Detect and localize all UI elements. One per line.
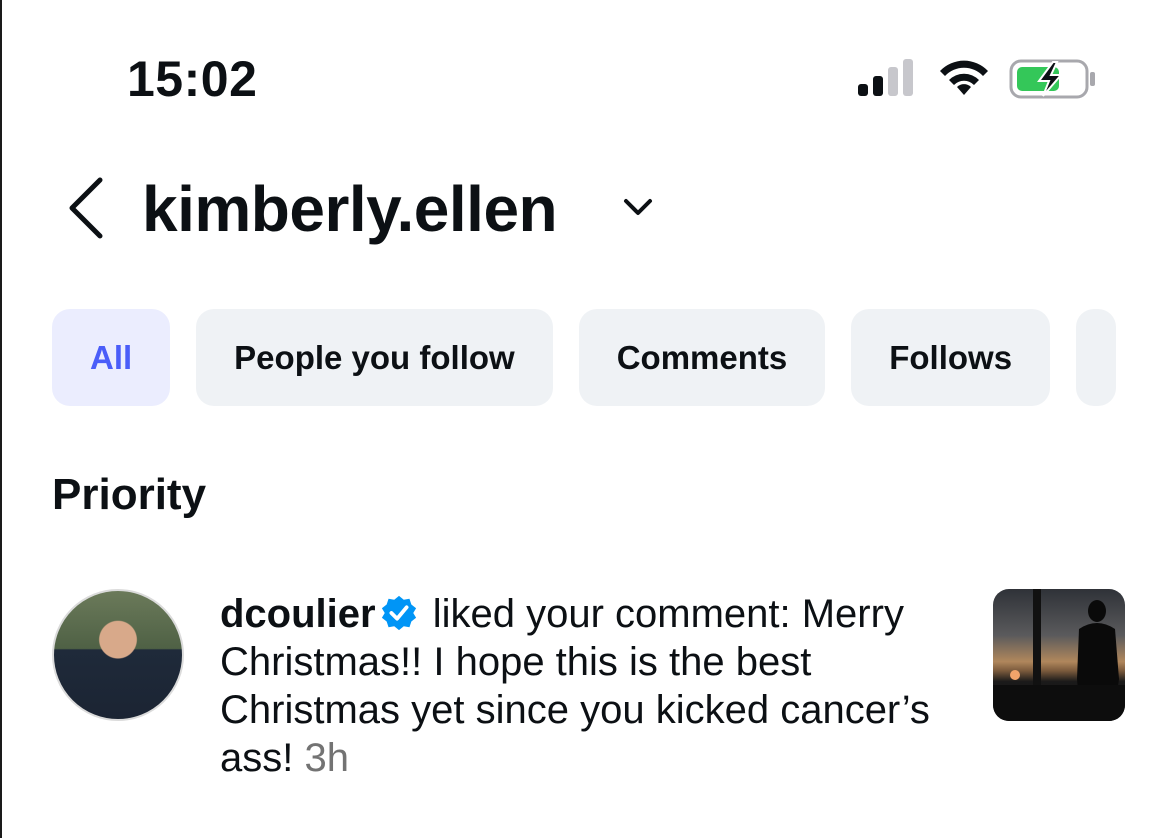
tab-label: People you follow bbox=[234, 338, 515, 376]
back-chevron-icon[interactable] bbox=[64, 176, 108, 240]
tab-label: All bbox=[90, 338, 133, 376]
account-username[interactable]: kimberly.ellen bbox=[142, 172, 558, 246]
filter-tabs: All People you follow Comments Follows bbox=[52, 309, 1117, 406]
wifi-icon bbox=[940, 60, 988, 95]
notification-username[interactable]: dcoulier bbox=[220, 592, 376, 636]
battery-charging-icon bbox=[1009, 59, 1095, 99]
verified-badge-icon bbox=[381, 595, 416, 631]
tab-follows[interactable]: Follows bbox=[851, 309, 1051, 406]
notification-timestamp: 3h bbox=[304, 736, 349, 780]
post-thumbnail[interactable] bbox=[993, 589, 1125, 721]
avatar[interactable] bbox=[52, 589, 184, 721]
tab-label: Comments bbox=[616, 338, 788, 376]
tab-overflow[interactable] bbox=[1076, 309, 1117, 406]
chevron-down-icon[interactable] bbox=[622, 196, 654, 218]
section-title: Priority bbox=[52, 470, 207, 519]
tab-all[interactable]: All bbox=[52, 309, 171, 406]
tab-comments[interactable]: Comments bbox=[578, 309, 826, 406]
status-time: 15:02 bbox=[127, 51, 258, 107]
tab-label: Follows bbox=[889, 338, 1013, 376]
cellular-signal-icon bbox=[858, 59, 913, 96]
silhouette-image bbox=[993, 589, 1125, 721]
tab-people-you-follow[interactable]: People you follow bbox=[196, 309, 553, 406]
screen: 15:02 kimberly.ellen All People you foll… bbox=[0, 0, 1170, 838]
notification-text[interactable]: dcoulier liked your comment: Merry Chris… bbox=[220, 590, 970, 782]
